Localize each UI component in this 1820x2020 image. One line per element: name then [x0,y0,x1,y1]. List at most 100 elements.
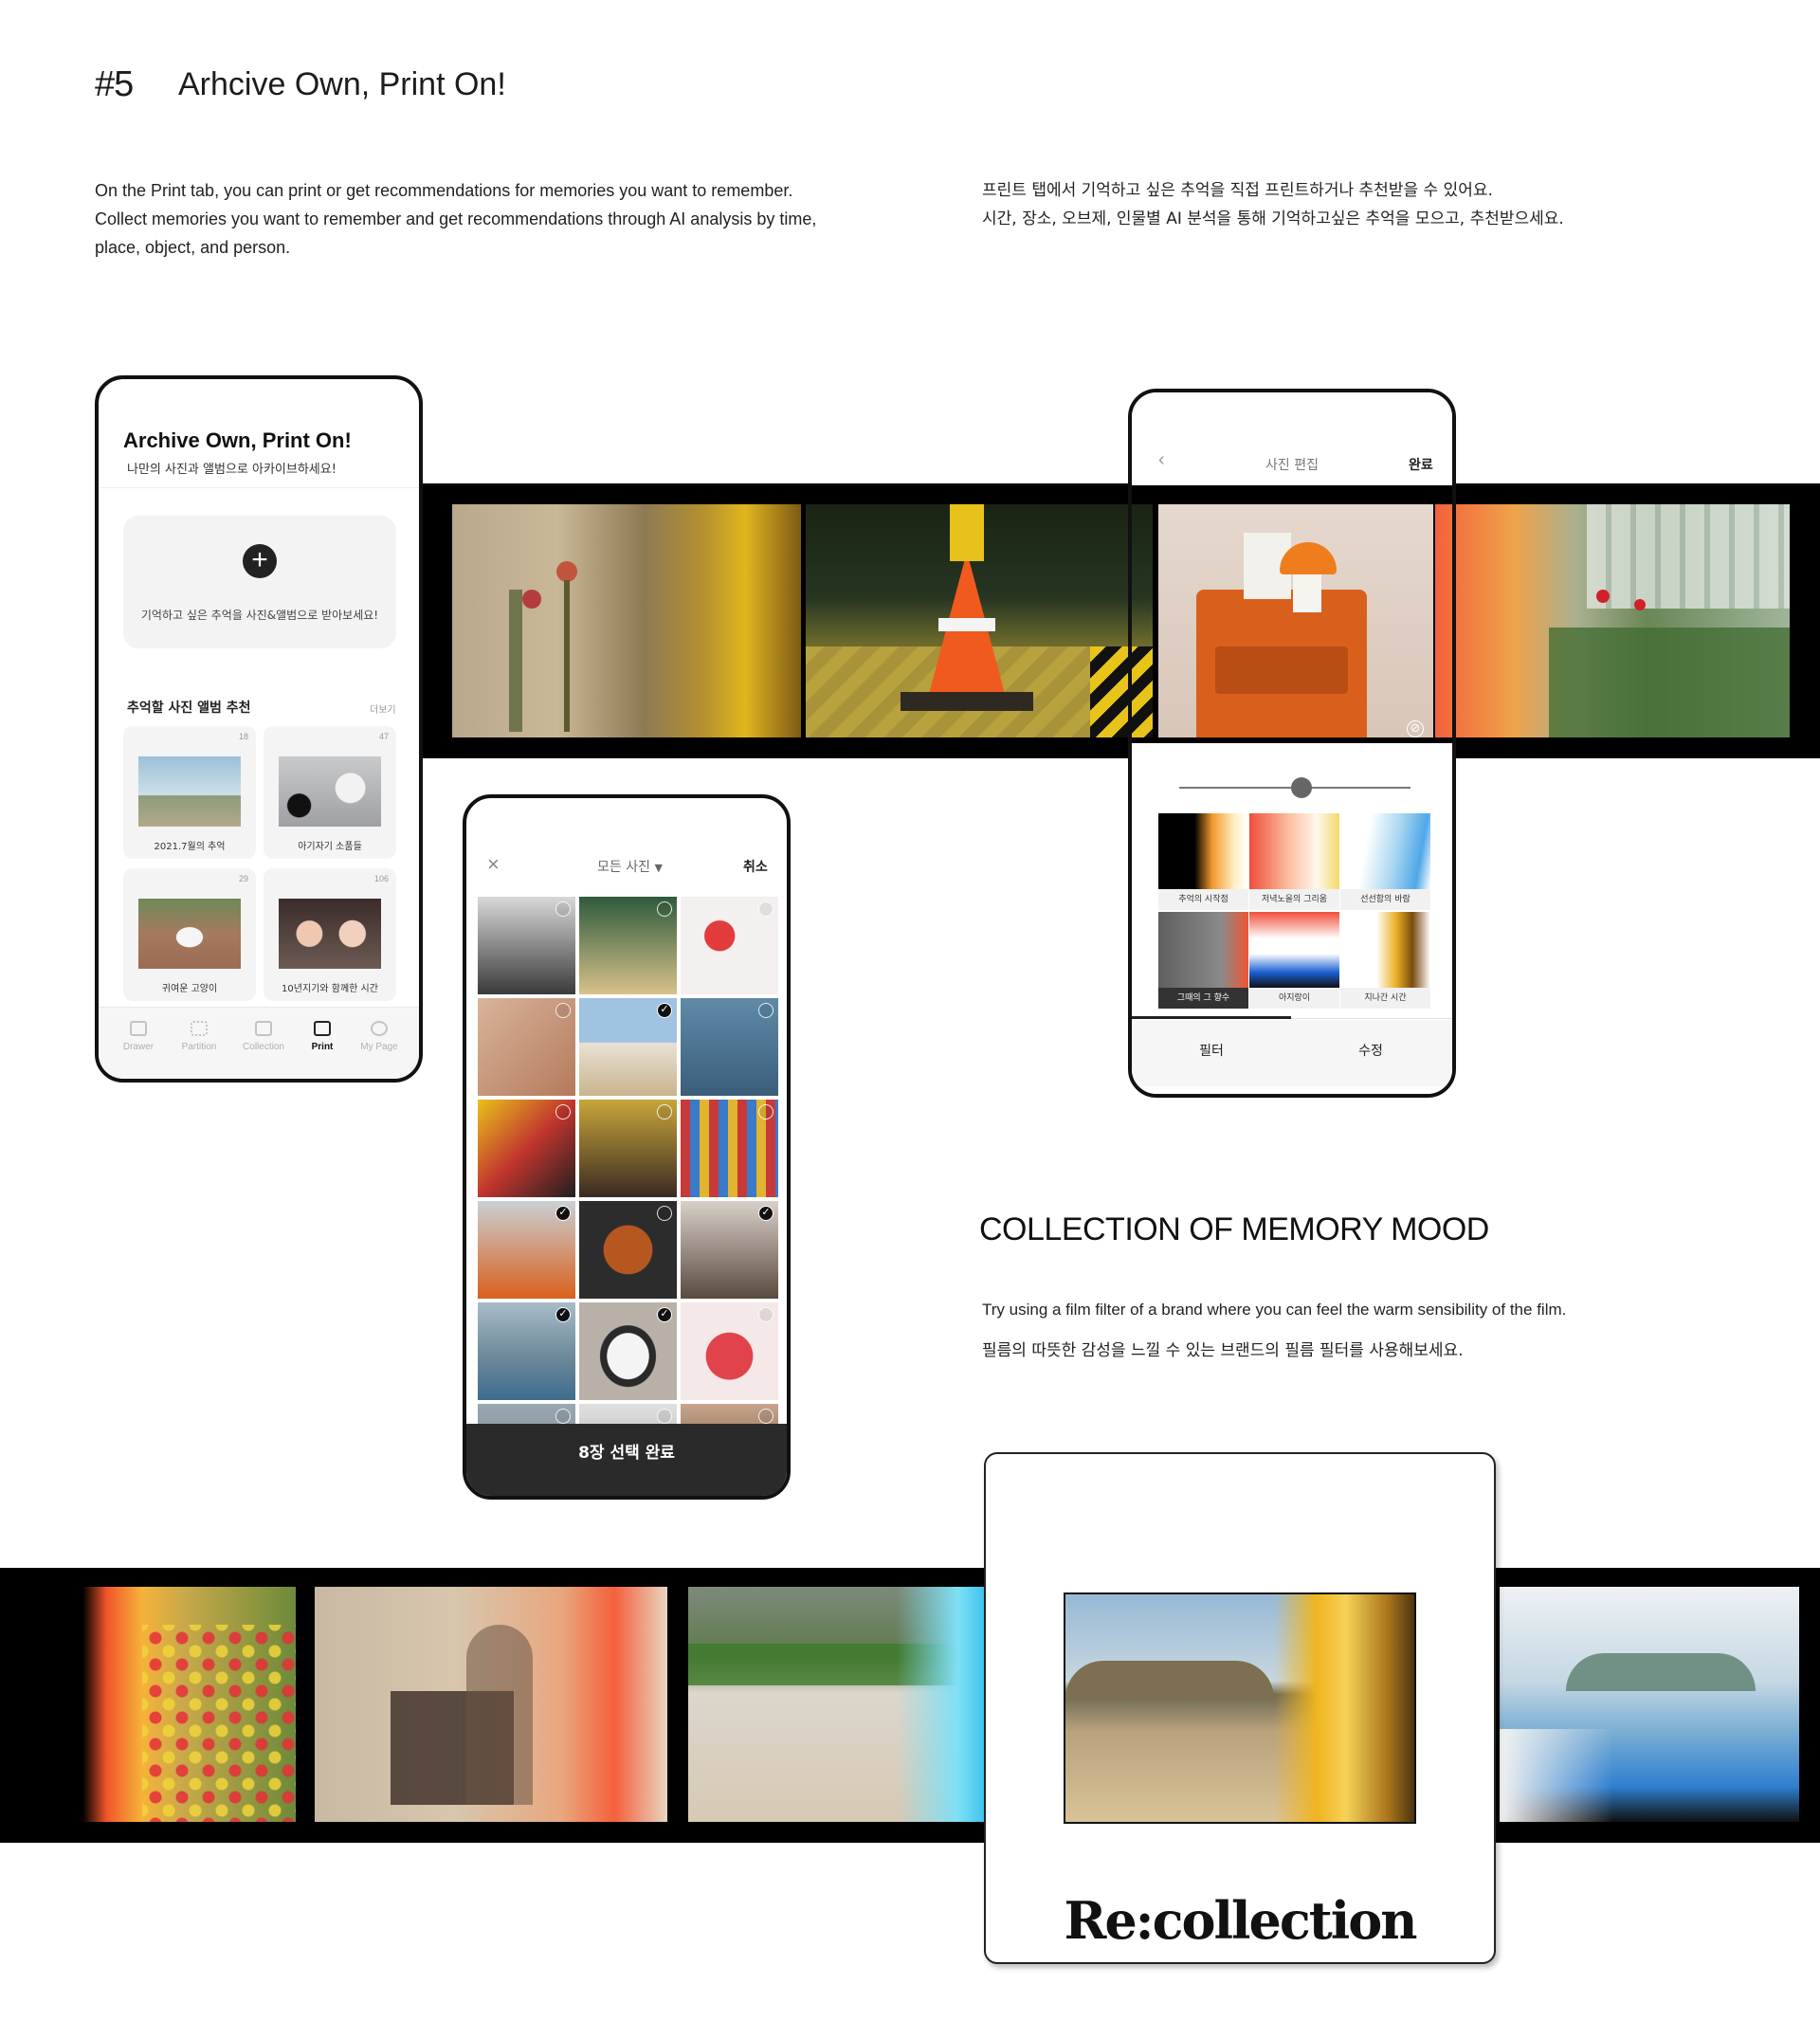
unchecked-icon[interactable] [657,1409,672,1424]
filter-name: 선선함의 바람 [1340,889,1430,910]
unchecked-icon[interactable] [758,1104,774,1119]
edit-panel: 추억의 시작점 저녁노을의 그리움 선선함의 바람 그때의 그 향수 아지랑이 … [1132,743,1452,1094]
photo-thumbnail[interactable] [478,1100,575,1197]
filter-option[interactable]: 추억의 시작점 [1158,813,1248,910]
album-dropdown[interactable]: 모든 사진 ▼ [597,857,663,876]
filter-swatch [1340,813,1430,889]
filter-option-selected[interactable]: 그때의 그 향수 [1158,912,1248,1009]
recommendation-title: 추억할 사진 앨범 추천 [127,701,251,716]
plus-icon[interactable]: + [243,544,277,578]
photo-thumbnail[interactable] [681,1100,778,1197]
select-header: × 모든 사진 ▼ 취소 [466,798,787,883]
unchecked-icon[interactable] [555,901,571,917]
no-symbol-icon[interactable]: ⊘ [1407,720,1424,737]
album-count: 29 [238,874,248,883]
see-more-link[interactable]: 더보기 [370,701,396,716]
album-card[interactable]: 47 아기자기 소품들 [264,726,396,859]
close-icon[interactable]: × [487,854,500,875]
print-tab-title: Archive Own, Print On! [123,428,352,452]
photo-thumbnail[interactable] [478,897,575,994]
unchecked-icon[interactable] [555,1104,571,1119]
done-button[interactable]: 완료 [1409,455,1433,474]
checked-icon[interactable]: ✓ [758,1206,774,1221]
album-count: 47 [378,732,389,741]
unchecked-icon[interactable] [758,1409,774,1424]
photo-thumbnail[interactable]: ✓ [681,1201,778,1299]
printed-photo [1064,1592,1416,1824]
filter-name: 추억의 시작점 [1158,889,1248,910]
film-photo-tulips [0,1587,296,1822]
active-tab-indicator [1132,1016,1291,1019]
album-card[interactable]: 106 10년지기와 함께한 시간 [264,868,396,1001]
album-thumbnail [279,899,381,969]
album-thumbnail [279,756,381,827]
photo-thumbnail[interactable] [579,897,677,994]
tab-collection[interactable]: Collection [235,1021,292,1052]
tab-print[interactable]: Print [294,1021,351,1052]
unchecked-icon[interactable] [657,1206,672,1221]
photo-thumbnail[interactable] [681,998,778,1096]
phone-photo-edit: ‹ 사진 편집 완료 ⊘ 추억의 시작점 저녁노을의 그리움 선선함의 바람 그… [1128,389,1456,1098]
photo-thumbnail[interactable] [681,1302,778,1400]
unchecked-icon[interactable] [555,1003,571,1018]
filter-name: 그때의 그 향수 [1158,988,1248,1009]
album-card[interactable]: 18 2021.7월의 추억 [123,726,256,859]
album-thumbnail [138,756,241,827]
tab-drawer[interactable]: Drawer [110,1021,167,1052]
photo-thumbnail[interactable] [681,897,778,994]
unchecked-icon[interactable] [758,1307,774,1322]
filter-swatch [1249,912,1339,988]
unchecked-icon[interactable] [758,901,774,917]
profile-icon [371,1021,388,1036]
photo-thumbnail[interactable]: ✓ [579,998,677,1096]
filter-option[interactable]: 저녁노을의 그리움 [1249,813,1339,910]
tab-filter[interactable]: 필터 [1132,1041,1291,1060]
unchecked-icon[interactable] [657,901,672,917]
tab-edit[interactable]: 수정 [1291,1041,1450,1060]
film-photo-flowers [452,504,801,737]
drawer-icon [130,1021,147,1036]
photo-thumbnail[interactable] [579,1201,677,1299]
checked-icon[interactable]: ✓ [555,1206,571,1221]
album-card[interactable]: 29 귀여운 고양이 [123,868,256,1001]
filter-option[interactable]: 아지랑이 [1249,912,1339,1009]
photo-thumbnail[interactable] [478,998,575,1096]
photo-thumbnail[interactable]: ✓ [478,1201,575,1299]
filter-name: 아지랑이 [1249,988,1339,1009]
filter-option[interactable]: 선선함의 바람 [1340,813,1430,910]
unchecked-icon[interactable] [555,1409,571,1424]
film-photo-cone [806,504,1153,737]
checked-icon[interactable]: ✓ [657,1307,672,1322]
album-count: 106 [373,874,389,883]
unchecked-icon[interactable] [657,1104,672,1119]
film-photo-garden [1435,504,1790,737]
intensity-slider-knob[interactable] [1291,777,1313,798]
filter-swatch [1158,912,1248,988]
filter-name: 저녁노을의 그리움 [1249,889,1339,910]
filter-name: 지나간 시간 [1340,988,1430,1009]
checked-icon[interactable]: ✓ [555,1307,571,1322]
film-photo-wall [688,1587,984,1822]
tab-my-page[interactable]: My Page [351,1021,408,1052]
tab-label: Partition [181,1042,217,1052]
add-memory-card[interactable]: + 기억하고 싶은 추억을 사진&앨범으로 받아보세요! [123,516,396,648]
confirm-selection-button[interactable]: 8장 선택 완료 [466,1424,787,1496]
cancel-button[interactable]: 취소 [743,857,768,876]
filter-swatch [1340,912,1430,988]
add-memory-text: 기억하고 싶은 추억을 사진&앨범으로 받아보세요! [140,609,379,622]
photo-thumbnail[interactable]: ✓ [579,1302,677,1400]
edit-tab-bar: 필터 수정 [1132,1020,1452,1086]
partition-icon [191,1021,208,1036]
photo-thumbnail[interactable] [579,1100,677,1197]
edit-title: 사진 편집 [1265,458,1319,473]
intro-korean: 프린트 탭에서 기억하고 싶은 추억을 직접 프린트하거나 추천받을 수 있어요… [982,176,1740,233]
filter-option[interactable]: 지나간 시간 [1340,912,1430,1009]
filter-swatch [1158,813,1248,889]
checked-icon[interactable]: ✓ [657,1003,672,1018]
photo-thumbnail[interactable]: ✓ [478,1302,575,1400]
unchecked-icon[interactable] [758,1003,774,1018]
caret-down-icon: ▼ [654,862,663,874]
section-title: Arhcive Own, Print On! [178,66,506,102]
album-name: 10년지기와 함께한 시간 [282,984,378,994]
tab-partition[interactable]: Partition [171,1021,228,1052]
